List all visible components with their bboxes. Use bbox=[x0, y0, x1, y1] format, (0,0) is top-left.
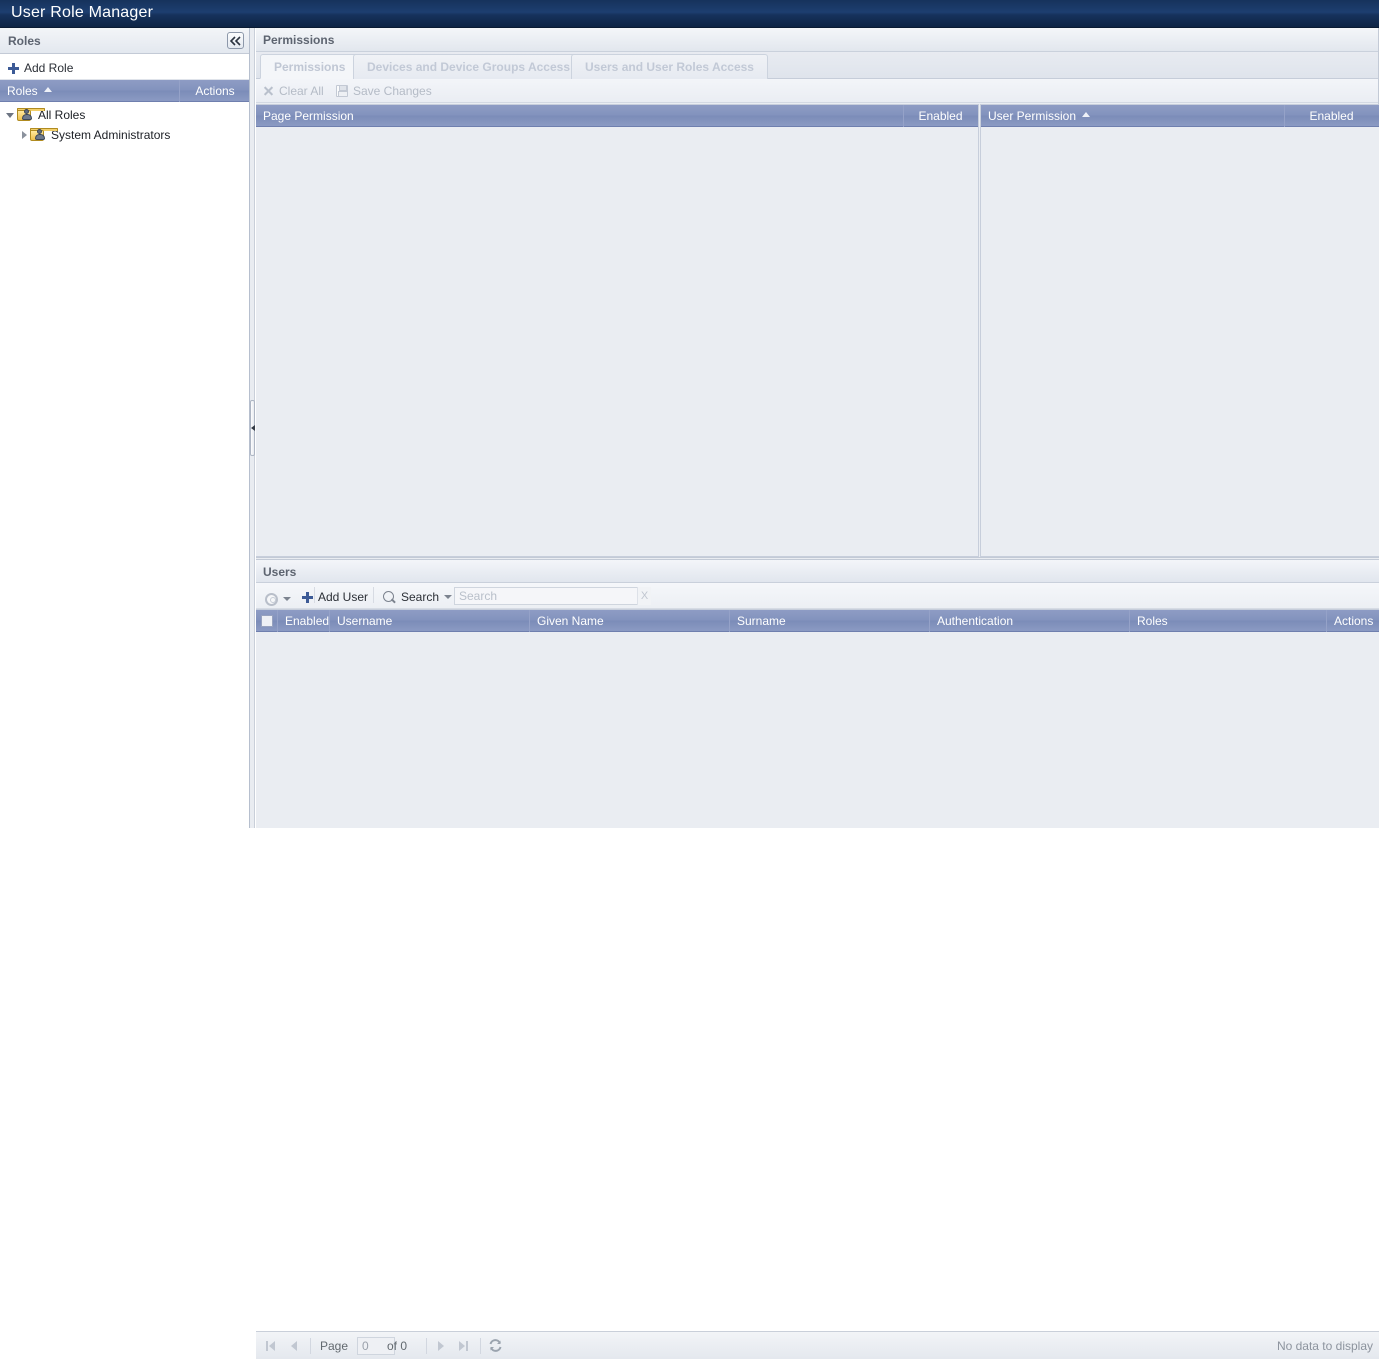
column-header-enabled[interactable]: Enabled bbox=[278, 610, 330, 632]
pager-status-label: No data to display bbox=[1276, 1339, 1373, 1353]
next-page-button[interactable] bbox=[434, 1338, 450, 1354]
search-icon bbox=[383, 590, 396, 604]
roles-toolbar: Add Role bbox=[0, 54, 249, 80]
splitter-handle[interactable] bbox=[250, 400, 255, 456]
refresh-icon-glyph bbox=[489, 1339, 502, 1352]
chevron-down-icon bbox=[444, 595, 453, 599]
panel-splitter[interactable] bbox=[250, 28, 255, 828]
column-header-enabled[interactable]: Enabled bbox=[1285, 105, 1378, 127]
tree-item-system-administrators[interactable]: System Administrators bbox=[0, 125, 249, 145]
permissions-toolbar: Clear All Save Changes bbox=[256, 79, 1378, 103]
users-grid: Enabled Username Given Name Surname Auth… bbox=[256, 609, 1379, 800]
page-permission-grid-header: Page Permission Enabled bbox=[256, 105, 978, 127]
x-icon bbox=[263, 86, 274, 97]
column-header-authentication[interactable]: Authentication bbox=[930, 610, 1130, 632]
column-header-select-all bbox=[256, 610, 278, 632]
roles-column-header-roles[interactable]: Roles bbox=[0, 80, 180, 102]
column-header-roles[interactable]: Roles bbox=[1130, 610, 1327, 632]
search-mode-dropdown[interactable]: Search bbox=[383, 587, 453, 607]
user-permission-grid: User Permission Enabled bbox=[980, 104, 1379, 557]
expand-arrow-closed-icon[interactable] bbox=[22, 131, 27, 139]
last-page-button[interactable] bbox=[457, 1338, 473, 1354]
pager-separator bbox=[426, 1338, 427, 1354]
double-chevron-left-icon bbox=[230, 36, 241, 46]
user-permission-label: User Permission bbox=[988, 109, 1077, 123]
user-permission-grid-header: User Permission Enabled bbox=[981, 105, 1379, 127]
users-grid-header: Enabled Username Given Name Surname Auth… bbox=[256, 610, 1379, 632]
collapse-panel-button[interactable] bbox=[227, 32, 244, 49]
tab-devices-and-device-groups-access[interactable]: Devices and Device Groups Access bbox=[353, 54, 584, 79]
column-header-user-permission[interactable]: User Permission bbox=[981, 105, 1285, 127]
add-role-button[interactable]: Add Role bbox=[8, 58, 73, 78]
clear-all-label: Clear All bbox=[279, 84, 324, 98]
users-toolbar: Add User Search X bbox=[256, 583, 1379, 609]
tab-permissions[interactable]: Permissions bbox=[260, 54, 360, 79]
roles-panel-title: Roles bbox=[8, 34, 41, 48]
sort-ascending-icon bbox=[1082, 112, 1091, 117]
page-permission-grid: Page Permission Enabled bbox=[256, 104, 979, 557]
permissions-panel: Permissions Permissions Devices and Devi… bbox=[256, 28, 1379, 558]
roles-grid-header: Roles Actions bbox=[0, 80, 249, 102]
column-header-actions: Actions bbox=[1334, 614, 1374, 628]
previous-page-button[interactable] bbox=[287, 1338, 303, 1354]
tree-item-all-roles[interactable]: All Roles bbox=[0, 105, 249, 125]
gear-icon bbox=[265, 592, 278, 606]
pager-separator bbox=[480, 1338, 481, 1354]
column-header-given-name[interactable]: Given Name bbox=[530, 610, 730, 632]
refresh-button[interactable] bbox=[488, 1338, 503, 1353]
permissions-tabstrip: Permissions Devices and Device Groups Ac… bbox=[256, 52, 1378, 79]
permissions-panel-title: Permissions bbox=[263, 33, 335, 47]
tree-item-label: System Administrators bbox=[51, 128, 171, 142]
pager-separator bbox=[310, 1338, 311, 1354]
roles-panel-header: Roles bbox=[0, 28, 249, 54]
users-pager: Page of 0 No data to display bbox=[256, 1331, 1379, 1359]
users-panel: Users Add User Search X bbox=[256, 559, 1379, 1359]
expand-arrow-open-icon[interactable] bbox=[6, 112, 14, 118]
role-folder-icon bbox=[17, 108, 45, 122]
column-header-username[interactable]: Username bbox=[330, 610, 530, 632]
first-page-button[interactable] bbox=[264, 1338, 280, 1354]
add-user-label: Add User bbox=[318, 590, 369, 604]
roles-tree: All Roles System Administrators bbox=[0, 105, 249, 805]
tree-item-label: All Roles bbox=[38, 108, 86, 122]
save-changes-button[interactable]: Save Changes bbox=[336, 81, 432, 101]
search-clear-button[interactable]: X bbox=[637, 587, 651, 605]
chevron-down-icon bbox=[283, 597, 291, 601]
permissions-panel-header: Permissions bbox=[256, 28, 1378, 52]
roles-column-label: Roles bbox=[7, 84, 38, 98]
column-header-enabled[interactable]: Enabled bbox=[904, 105, 977, 127]
roles-column-header-actions: Actions bbox=[195, 84, 235, 98]
page-label: Page bbox=[320, 1339, 349, 1353]
add-user-button[interactable]: Add User bbox=[302, 587, 368, 607]
select-all-checkbox[interactable] bbox=[261, 615, 273, 627]
add-role-label: Add Role bbox=[24, 61, 74, 75]
clear-all-button[interactable]: Clear All bbox=[263, 81, 324, 101]
roles-panel: Roles Add Role Roles Actions All Roles S… bbox=[0, 28, 250, 828]
main-content: Permissions Permissions Devices and Devi… bbox=[256, 28, 1379, 1359]
toolbar-separator bbox=[373, 587, 374, 603]
app-title-bar: User Role Manager bbox=[0, 0, 1379, 28]
save-changes-label: Save Changes bbox=[353, 84, 432, 98]
app-title: User Role Manager bbox=[11, 4, 154, 21]
search-input[interactable] bbox=[454, 587, 651, 605]
users-panel-header: Users bbox=[256, 560, 1379, 583]
role-folder-icon bbox=[30, 128, 58, 142]
search-label: Search bbox=[401, 590, 440, 604]
total-pages-label: of 0 bbox=[387, 1339, 408, 1353]
users-panel-title: Users bbox=[263, 565, 297, 579]
column-header-page-permission[interactable]: Page Permission bbox=[256, 105, 904, 127]
sort-ascending-icon bbox=[43, 87, 52, 92]
save-disk-icon bbox=[336, 85, 348, 97]
column-header-surname[interactable]: Surname bbox=[730, 610, 930, 632]
plus-icon bbox=[8, 62, 19, 74]
plus-icon bbox=[302, 591, 313, 603]
settings-menu-button[interactable] bbox=[265, 589, 291, 609]
tab-users-and-user-roles-access[interactable]: Users and User Roles Access bbox=[571, 54, 768, 79]
